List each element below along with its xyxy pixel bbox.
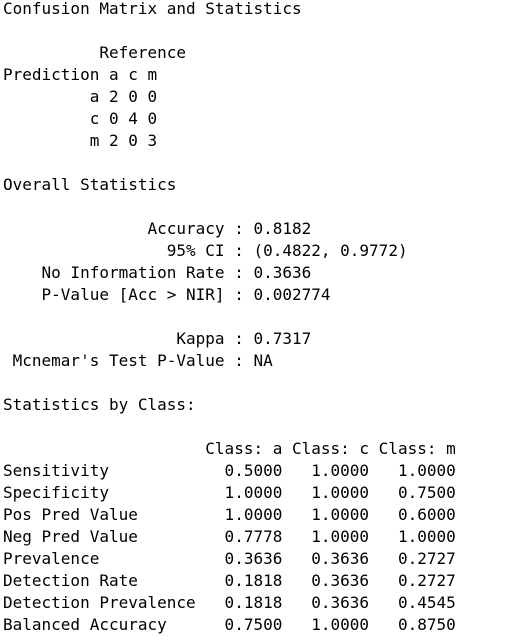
- console-line: Confusion Matrix and Statistics: [3, 0, 302, 18]
- console-line: Kappa : 0.7317: [3, 329, 312, 348]
- console-output: Confusion Matrix and Statistics Referenc…: [3, 0, 503, 636]
- console-line: Overall Statistics: [3, 175, 177, 194]
- console-line: No Information Rate : 0.3636: [3, 263, 312, 282]
- console-line: Accuracy : 0.8182: [3, 219, 312, 238]
- console-line: Prevalence 0.3636 0.3636 0.2727: [3, 549, 456, 568]
- console-line: Reference: [3, 43, 187, 62]
- console-line: c 0 4 0: [3, 109, 158, 128]
- console-line: Neg Pred Value 0.7778 1.0000 1.0000: [3, 527, 456, 546]
- console-line: m 2 0 3: [3, 131, 158, 150]
- console-line: Prediction a c m: [3, 65, 158, 84]
- console-line: Balanced Accuracy 0.7500 1.0000 0.8750: [3, 615, 456, 634]
- console-line: Detection Prevalence 0.1818 0.3636 0.454…: [3, 593, 456, 612]
- console-line: P-Value [Acc > NIR] : 0.002774: [3, 285, 331, 304]
- console-line: Statistics by Class:: [3, 395, 196, 414]
- console-line: Pos Pred Value 1.0000 1.0000 0.6000: [3, 505, 456, 524]
- console-line: Specificity 1.0000 1.0000 0.7500: [3, 483, 456, 502]
- console-line: Sensitivity 0.5000 1.0000 1.0000: [3, 461, 456, 480]
- console-line: a 2 0 0: [3, 87, 158, 106]
- console-line: 95% CI : (0.4822, 0.9772): [3, 241, 408, 260]
- console-line: Detection Rate 0.1818 0.3636 0.2727: [3, 571, 456, 590]
- console-line: Mcnemar's Test P-Value : NA: [3, 351, 273, 370]
- console-line: Class: a Class: c Class: m: [3, 439, 456, 458]
